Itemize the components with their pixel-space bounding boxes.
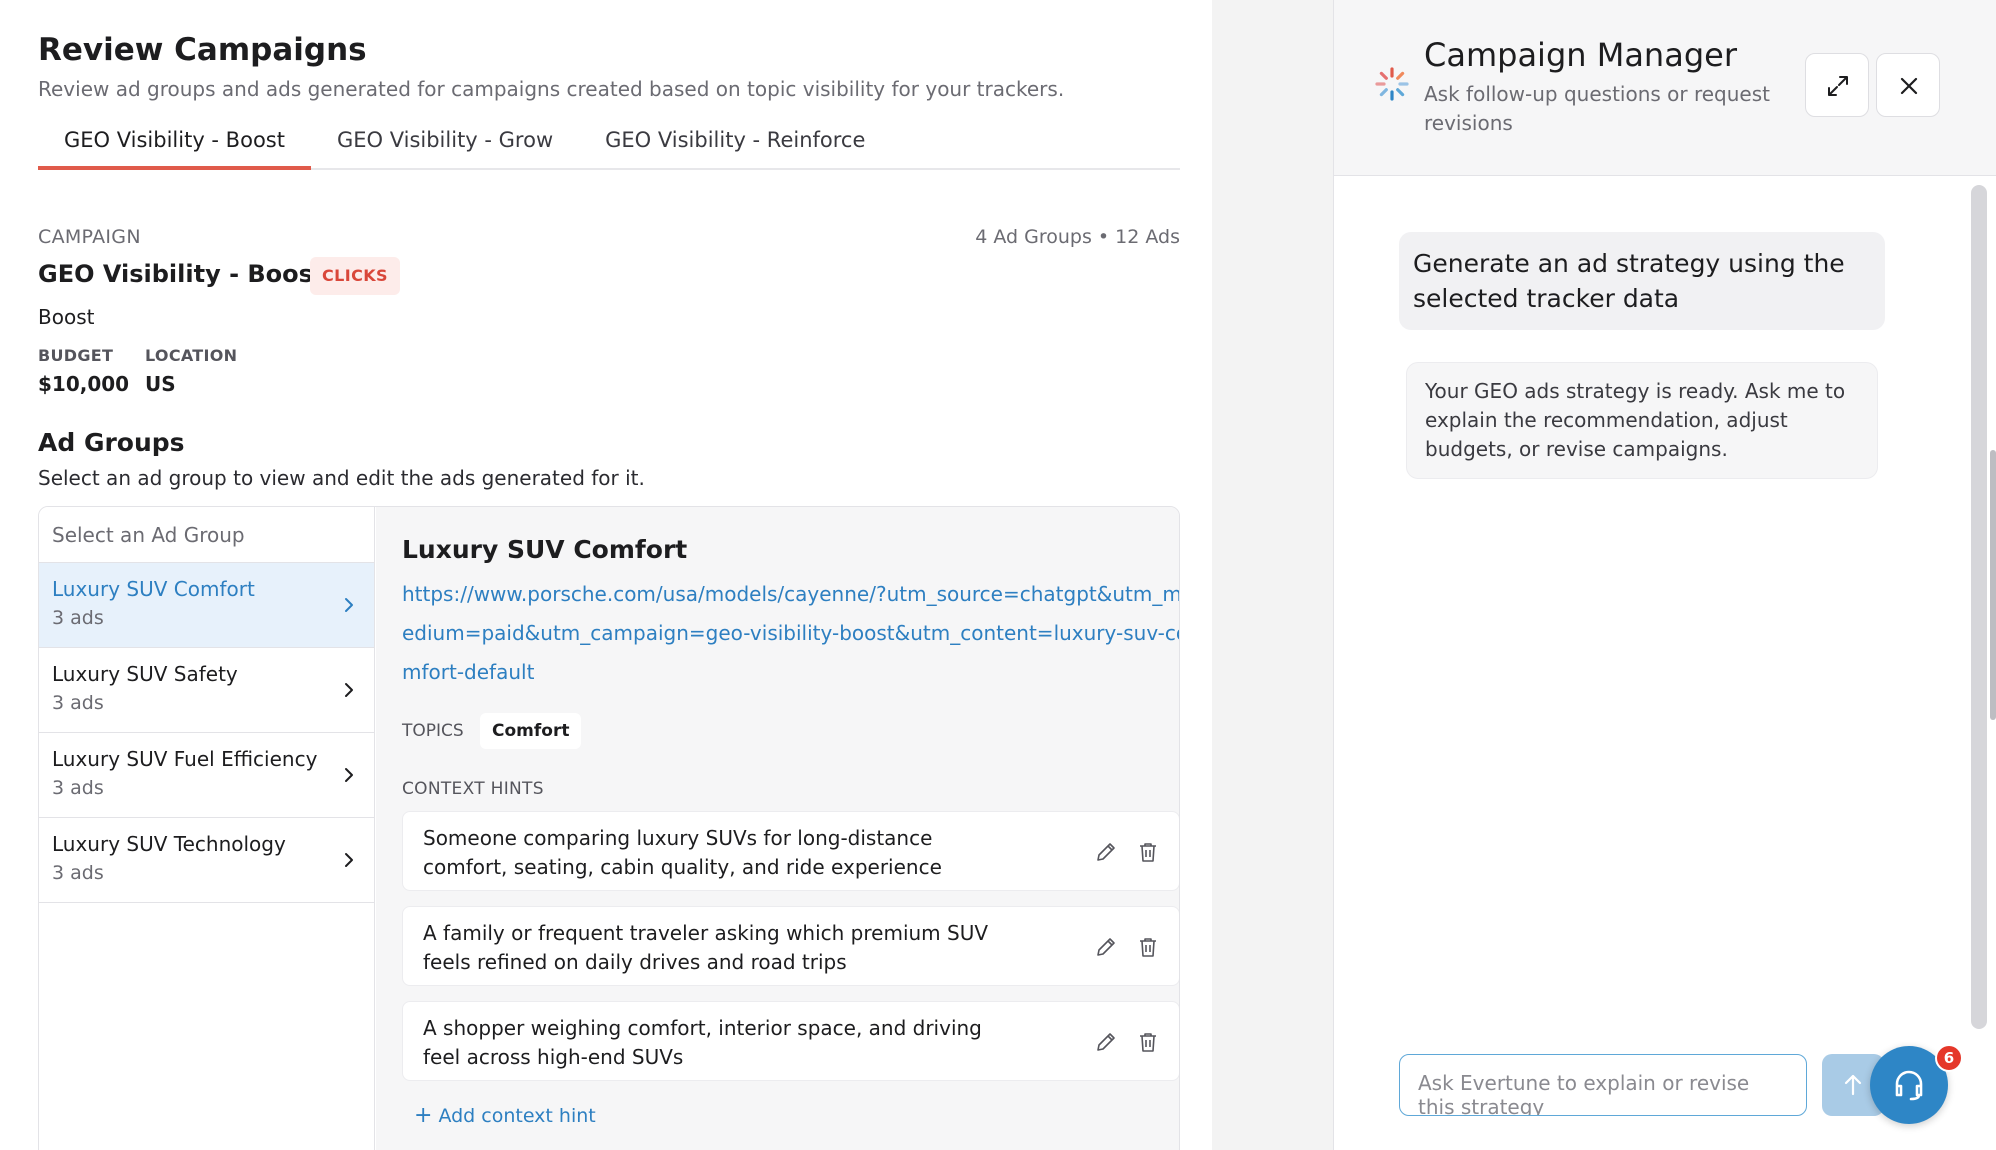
ad-group-item-luxury-suv-technology[interactable]: Luxury SUV Technology 3 ads xyxy=(39,818,374,903)
topic-chip: Comfort xyxy=(480,713,582,749)
panel-scrollbar-thumb[interactable] xyxy=(1990,450,1996,720)
trash-icon[interactable] xyxy=(1137,841,1159,863)
user-message: Generate an ad strategy using the select… xyxy=(1399,232,1885,330)
chevron-right-icon xyxy=(345,853,353,867)
context-hint: Someone comparing luxury SUVs for long-d… xyxy=(402,811,1179,891)
context-hints-label: CONTEXT HINTS xyxy=(402,779,544,799)
add-context-hint-button[interactable]: + Add context hint xyxy=(414,1103,596,1128)
context-hint-text: A family or frequent traveler asking whi… xyxy=(423,921,989,974)
ad-group-name: Luxury SUV Fuel Efficiency xyxy=(52,747,318,771)
ad-group-name: Luxury SUV Safety xyxy=(52,662,238,686)
edit-icon[interactable] xyxy=(1095,1031,1117,1053)
chevron-right-icon xyxy=(345,768,353,782)
ad-group-item-luxury-suv-comfort[interactable]: Luxury SUV Comfort 3 ads xyxy=(39,563,374,648)
topics-label: TOPICS xyxy=(402,721,464,741)
campaign-tabs: GEO Visibility - Boost GEO Visibility - … xyxy=(38,118,1180,170)
spinner-icon xyxy=(1375,67,1409,101)
add-context-hint-label: Add context hint xyxy=(438,1105,596,1127)
budget-value: $10,000 xyxy=(38,372,130,396)
chat-header: Campaign Manager Ask follow-up questions… xyxy=(1334,0,1996,176)
objective-badge: CLICKS xyxy=(310,257,400,295)
ad-group-detail: Luxury SUV Comfort https://www.porsche.c… xyxy=(376,507,1179,1150)
ad-group-name: Luxury SUV Comfort xyxy=(52,577,255,601)
chevron-right-icon xyxy=(345,598,353,612)
expand-icon xyxy=(1828,76,1848,96)
tab-geo-visibility-reinforce[interactable]: GEO Visibility - Reinforce xyxy=(579,118,891,170)
chat-scrollbar[interactable] xyxy=(1971,185,1987,1029)
chat-subtitle: Ask follow-up questions or request revis… xyxy=(1424,82,1770,135)
edit-icon[interactable] xyxy=(1095,936,1117,958)
assistant-message: Your GEO ads strategy is ready. Ask me t… xyxy=(1406,362,1878,479)
expand-button[interactable] xyxy=(1805,53,1869,117)
review-campaigns-panel: Review Campaigns Review ad groups and ad… xyxy=(0,0,1212,1150)
tab-geo-visibility-grow[interactable]: GEO Visibility - Grow xyxy=(311,118,579,170)
context-hint: A family or frequent traveler asking whi… xyxy=(402,906,1179,986)
campaign-section-label: CAMPAIGN xyxy=(38,226,141,248)
ad-group-list: Select an Ad Group Luxury SUV Comfort 3 … xyxy=(39,507,375,1150)
context-hint-text: Someone comparing luxury SUVs for long-d… xyxy=(423,826,942,879)
page-title: Review Campaigns xyxy=(38,32,367,68)
context-hint: A shopper weighing comfort, interior spa… xyxy=(402,1001,1179,1081)
ad-group-count: 3 ads xyxy=(52,777,104,799)
ad-group-count: 3 ads xyxy=(52,692,104,714)
location-value: US xyxy=(145,372,176,396)
context-hint-text: A shopper weighing comfort, interior spa… xyxy=(423,1016,982,1069)
trash-icon[interactable] xyxy=(1137,936,1159,958)
campaign-summary: 4 Ad Groups • 12 Ads xyxy=(975,226,1180,248)
arrow-up-icon xyxy=(1844,1074,1862,1096)
campaign-type: Boost xyxy=(38,305,95,329)
trash-icon[interactable] xyxy=(1137,1031,1159,1053)
edit-icon[interactable] xyxy=(1095,841,1117,863)
ad-groups-title: Ad Groups xyxy=(38,428,185,457)
budget-label: BUDGET xyxy=(38,346,114,365)
ad-group-item-luxury-suv-safety[interactable]: Luxury SUV Safety 3 ads xyxy=(39,648,374,733)
ad-group-detail-title: Luxury SUV Comfort xyxy=(402,535,688,564)
ad-group-list-header: Select an Ad Group xyxy=(39,507,374,563)
page-subtitle: Review ad groups and ads generated for c… xyxy=(38,77,1065,101)
tab-geo-visibility-boost[interactable]: GEO Visibility - Boost xyxy=(38,118,311,170)
location-label: LOCATION xyxy=(145,346,238,365)
landing-page-url[interactable]: https://www.porsche.com/usa/models/cayen… xyxy=(402,575,1179,692)
headset-icon xyxy=(1895,1070,1923,1101)
ad-groups-container: Select an Ad Group Luxury SUV Comfort 3 … xyxy=(38,506,1180,1150)
plus-icon: + xyxy=(414,1103,433,1128)
close-icon xyxy=(1900,77,1918,95)
ad-group-count: 3 ads xyxy=(52,862,104,884)
close-button[interactable] xyxy=(1876,53,1940,117)
ad-group-count: 3 ads xyxy=(52,607,104,629)
ad-group-item-luxury-suv-fuel-efficiency[interactable]: Luxury SUV Fuel Efficiency 3 ads xyxy=(39,733,374,818)
campaign-name: GEO Visibility - Boost xyxy=(38,260,325,288)
chevron-right-icon xyxy=(345,683,353,697)
campaign-manager-panel: Campaign Manager Ask follow-up questions… xyxy=(1333,0,1996,1150)
notification-badge: 6 xyxy=(1935,1044,1963,1072)
ad-group-name: Luxury SUV Technology xyxy=(52,832,286,856)
ad-groups-subtitle: Select an ad group to view and edit the … xyxy=(38,466,645,490)
chat-title: Campaign Manager xyxy=(1424,36,1737,74)
chat-input[interactable] xyxy=(1399,1054,1807,1116)
